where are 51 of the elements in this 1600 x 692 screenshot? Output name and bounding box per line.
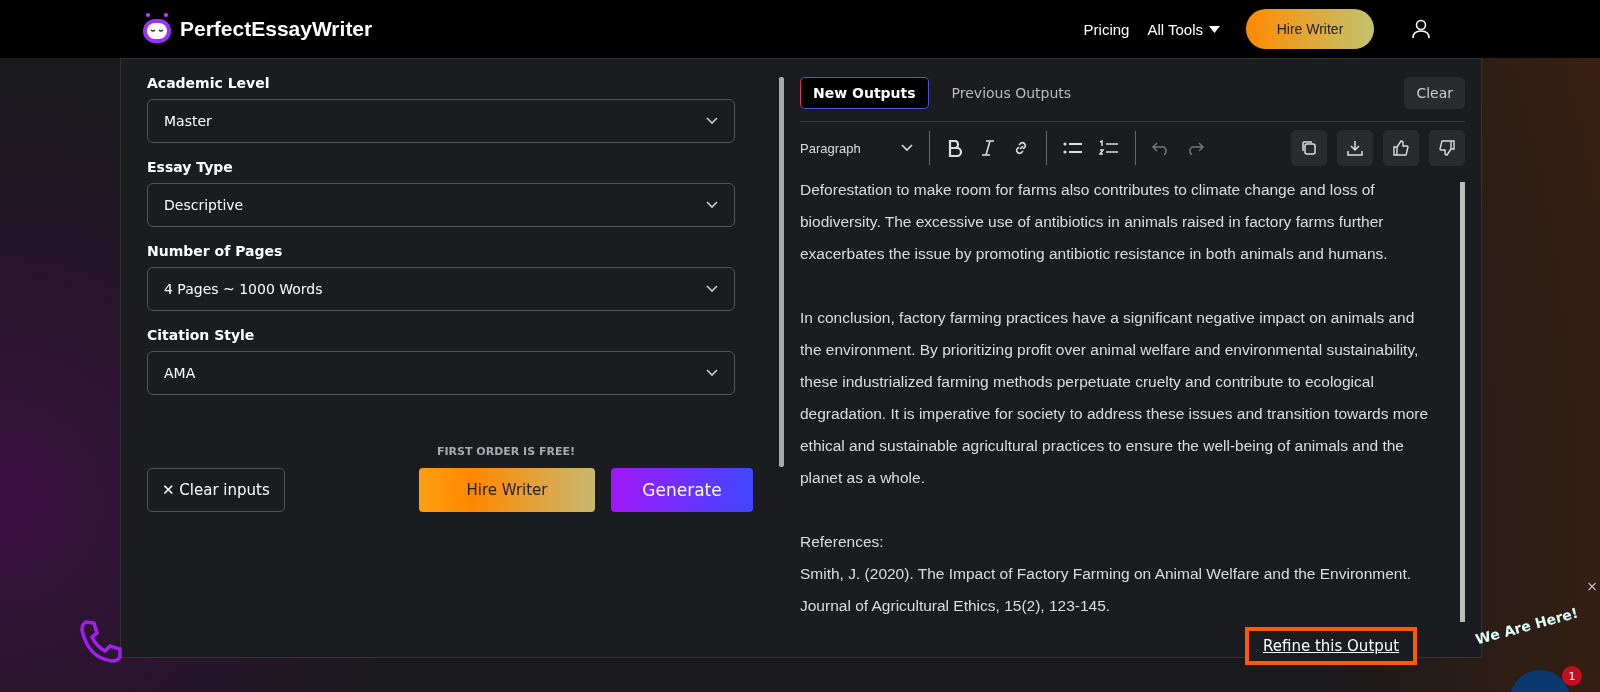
undo-icon[interactable] bbox=[1151, 141, 1170, 155]
output-paragraph: In conclusion, factory farming practices have a significant negative impact on animals and the environment. By prioritizing profit over animal welfare and environmental sustainability, these industrialized farming methods perpetuate cruelty and contribute to ecological degradation. It is imperative for society to address these issues and transition towards more ethical and sustainable agricultural practices to ensure the well-being of animals and the planet as a whole. bbox=[800, 308, 1430, 488]
chevron-icon bbox=[706, 285, 718, 293]
scrollbar[interactable] bbox=[779, 77, 784, 467]
scrollbar[interactable] bbox=[1460, 182, 1465, 622]
field-label: Academic Level bbox=[147, 75, 271, 91]
caret-icon bbox=[1209, 25, 1220, 33]
copy-button[interactable] bbox=[1291, 130, 1327, 166]
thumbs-down-button[interactable] bbox=[1429, 130, 1465, 166]
field-label: Number of Pages bbox=[147, 243, 284, 259]
select-field[interactable]: Descriptive bbox=[147, 183, 735, 227]
copy-icon bbox=[1301, 140, 1317, 156]
thumbs-up-button[interactable] bbox=[1383, 130, 1419, 166]
thumbs-down-icon bbox=[1439, 140, 1455, 156]
clear-button[interactable]: Clear bbox=[1404, 77, 1465, 109]
nav-dropdown[interactable]: All Tools bbox=[1147, 20, 1220, 38]
thumbs-up-icon bbox=[1393, 140, 1409, 156]
refine-output-link[interactable]: Refine this Output bbox=[1245, 627, 1418, 665]
clear-inputs-button[interactable]: ✕ Clear inputs bbox=[147, 468, 285, 512]
notification-badge: 1 bbox=[1562, 666, 1582, 686]
hire-writer-button[interactable]: Hire Writer bbox=[419, 468, 595, 512]
promo-text: FIRST ORDER IS FREE! bbox=[437, 445, 575, 458]
close-button[interactable]: × bbox=[1586, 578, 1598, 594]
output-paragraph: Deforestation to make room for farms also contributes to climate change and loss of biodiversity. The excessive use of antibiotics in animals raised in factory farms further exacerbates the issue by promoting antibiotic resistance in both animals and humans. bbox=[800, 180, 1389, 264]
tab[interactable]: New Outputs bbox=[800, 77, 929, 109]
chevron-icon bbox=[706, 117, 718, 125]
output-paragraph: Smith, J. (2020). The Impact of Factory Farming on Animal Welfare and the Environment. Journal of Agricultural Ethics, 15(2), 123-145. bbox=[800, 564, 1413, 616]
robot-logo-icon bbox=[140, 12, 174, 46]
download-icon bbox=[1347, 140, 1363, 156]
select-field[interactable]: AMA bbox=[147, 351, 735, 395]
italic-icon[interactable] bbox=[979, 139, 996, 157]
hire-writer-button[interactable]: Hire Writer bbox=[1246, 9, 1374, 49]
chevron-icon bbox=[706, 369, 718, 377]
output-paragraph: References: bbox=[800, 532, 885, 552]
generate-button[interactable]: Generate bbox=[611, 468, 753, 512]
chevron-icon bbox=[900, 144, 913, 152]
select-field[interactable]: 4 Pages ~ 1000 Words bbox=[147, 267, 735, 311]
block-style-dropdown[interactable]: Paragraph bbox=[800, 140, 913, 156]
phone-icon[interactable] bbox=[78, 618, 124, 664]
user-icon[interactable] bbox=[1412, 19, 1430, 39]
download-button[interactable] bbox=[1337, 130, 1373, 166]
chevron-icon bbox=[706, 201, 718, 209]
numbered-list-icon[interactable] bbox=[1098, 140, 1119, 156]
nav-link[interactable]: Pricing bbox=[1083, 20, 1130, 38]
field-label: Citation Style bbox=[147, 327, 256, 343]
tab[interactable]: Previous Outputs bbox=[938, 77, 1085, 109]
select-field[interactable]: Master bbox=[147, 99, 735, 143]
bullet-list-icon[interactable] bbox=[1062, 140, 1083, 156]
chat-widget-title[interactable]: We Are Here! bbox=[1473, 604, 1580, 648]
brand-name[interactable]: PerfectEssayWriter bbox=[180, 17, 373, 41]
field-label: Essay Type bbox=[147, 159, 234, 175]
